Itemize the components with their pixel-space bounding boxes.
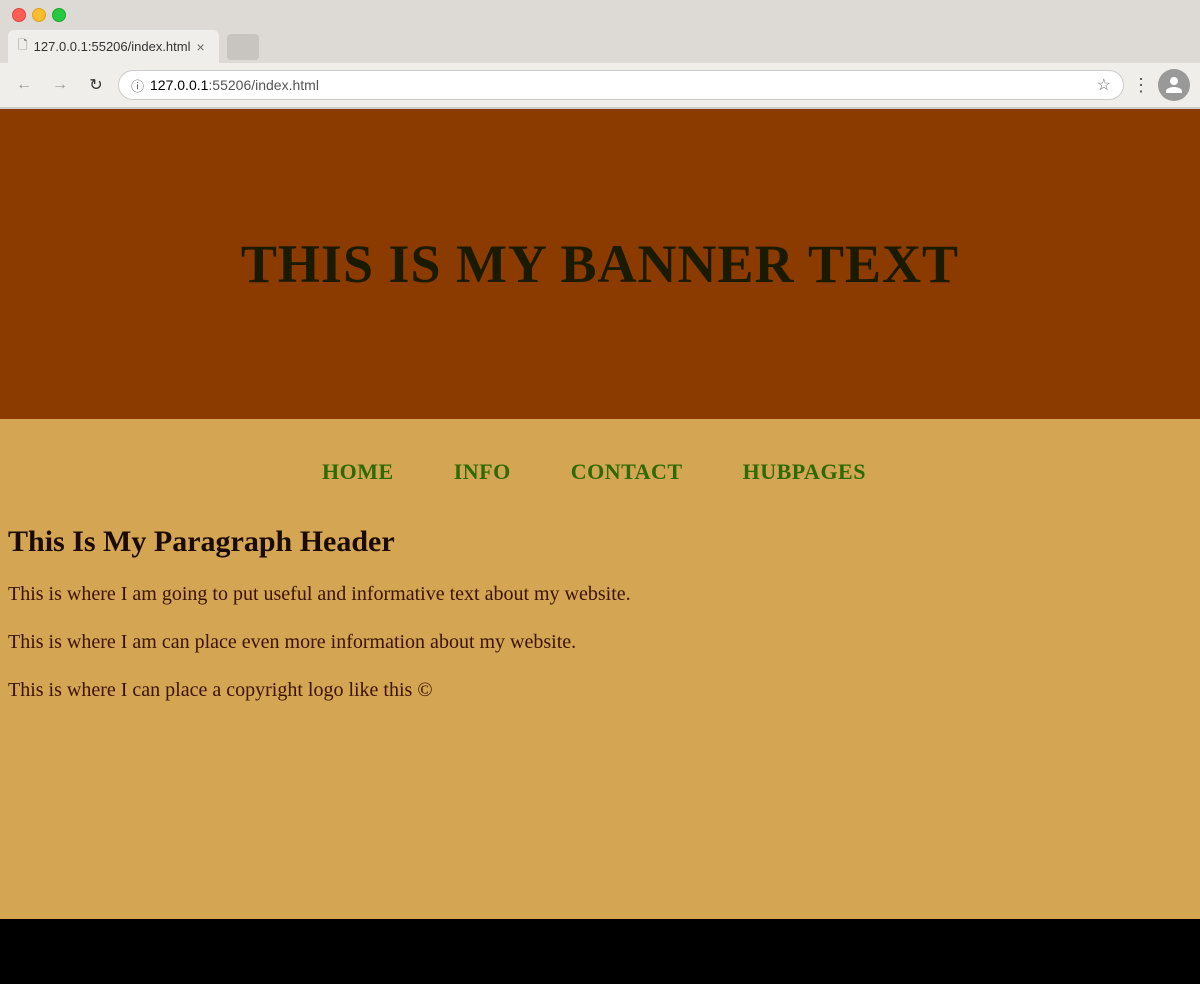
nav-contact[interactable]: CONTACT bbox=[571, 459, 683, 485]
tab-title: 127.0.0.1:55206/index.html bbox=[34, 39, 191, 54]
new-tab-button[interactable] bbox=[227, 34, 259, 60]
minimize-button[interactable] bbox=[32, 8, 46, 22]
nav-info[interactable]: INFO bbox=[454, 459, 511, 485]
nav-menu: HOME INFO CONTACT HUBPAGES bbox=[8, 449, 1180, 495]
tab-favicon-icon: 🗋 bbox=[18, 36, 28, 57]
address-text: 127.0.0.1:55206/index.html bbox=[150, 77, 319, 93]
address-bar[interactable]: ⓘ 127.0.0.1:55206/index.html ☆ bbox=[118, 70, 1124, 100]
paragraph-3: This is where I can place a copyright lo… bbox=[8, 675, 1180, 705]
tab-bar: 🗋 127.0.0.1:55206/index.html × bbox=[0, 30, 1200, 63]
menu-icon[interactable]: ⋮ bbox=[1132, 75, 1150, 96]
paragraph-1: This is where I am going to put useful a… bbox=[8, 579, 1180, 609]
forward-button[interactable]: → bbox=[46, 71, 74, 99]
profile-icon[interactable] bbox=[1158, 69, 1190, 101]
info-icon: ⓘ bbox=[131, 76, 144, 95]
reload-button[interactable]: ↻ bbox=[82, 71, 110, 99]
traffic-lights bbox=[12, 8, 66, 22]
banner: THIS IS MY BANNER TEXT bbox=[0, 109, 1200, 419]
paragraph-header: This Is My Paragraph Header bbox=[8, 525, 1180, 559]
paragraph-2: This is where I am can place even more i… bbox=[8, 627, 1180, 657]
maximize-button[interactable] bbox=[52, 8, 66, 22]
tab-close-icon[interactable]: × bbox=[197, 40, 205, 54]
back-button[interactable]: ← bbox=[10, 71, 38, 99]
nav-home[interactable]: HOME bbox=[322, 459, 394, 485]
browser-chrome: 🗋 127.0.0.1:55206/index.html × ← → ↻ ⓘ 1… bbox=[0, 0, 1200, 109]
banner-text: THIS IS MY BANNER TEXT bbox=[241, 233, 959, 295]
address-bar-row: ← → ↻ ⓘ 127.0.0.1:55206/index.html ☆ ⋮ bbox=[0, 63, 1200, 108]
title-bar bbox=[0, 0, 1200, 30]
close-button[interactable] bbox=[12, 8, 26, 22]
content-area: HOME INFO CONTACT HUBPAGES This Is My Pa… bbox=[0, 419, 1200, 919]
active-tab[interactable]: 🗋 127.0.0.1:55206/index.html × bbox=[8, 30, 219, 63]
bookmark-icon[interactable]: ☆ bbox=[1097, 75, 1111, 95]
nav-hubpages[interactable]: HUBPAGES bbox=[743, 459, 866, 485]
website: THIS IS MY BANNER TEXT HOME INFO CONTACT… bbox=[0, 109, 1200, 919]
